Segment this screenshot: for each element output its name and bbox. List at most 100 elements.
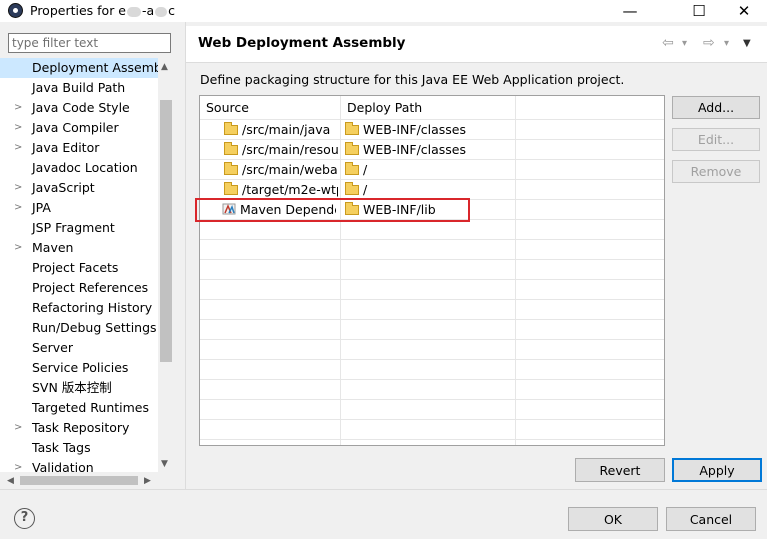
tree-item-label: Java Code Style bbox=[32, 100, 130, 115]
deploy-path-text: WEB-INF/classes bbox=[363, 142, 467, 157]
highlight-box bbox=[195, 198, 470, 222]
sort-ascending-icon: ^ bbox=[266, 95, 275, 102]
folder-icon bbox=[345, 142, 359, 155]
chevron-right-icon[interactable]: > bbox=[14, 418, 24, 438]
eclipse-app-icon bbox=[8, 3, 23, 18]
filter-input[interactable] bbox=[8, 33, 171, 53]
ok-button[interactable]: OK bbox=[568, 507, 658, 531]
tree-item[interactable]: Java Build Path bbox=[0, 78, 158, 98]
tree-item[interactable]: Javadoc Location bbox=[0, 158, 158, 178]
tree-item[interactable]: Refactoring History bbox=[0, 298, 158, 318]
scroll-up-icon[interactable]: ▲ bbox=[161, 61, 168, 73]
tree-item[interactable]: JSP Fragment bbox=[0, 218, 158, 238]
window-title: Properties for e -a c bbox=[30, 3, 176, 18]
forward-arrow-icon[interactable]: ⇨ bbox=[703, 35, 715, 51]
tree-item[interactable]: > JavaScript bbox=[0, 178, 158, 198]
deploy-path-cell: / bbox=[345, 160, 513, 180]
page-description: Define packaging structure for this Java… bbox=[200, 72, 625, 87]
tree-item-label: Deployment Assembly bbox=[32, 60, 158, 75]
folder-icon bbox=[345, 182, 359, 195]
close-icon: ✕ bbox=[737, 2, 751, 20]
forward-menu-icon[interactable]: ▾ bbox=[724, 38, 729, 49]
minimize-button[interactable]: — bbox=[607, 0, 653, 22]
tree-item[interactable]: Targeted Runtimes bbox=[0, 398, 158, 418]
folder-icon bbox=[224, 142, 238, 155]
chevron-right-icon[interactable]: > bbox=[14, 178, 24, 198]
source-text: /src/main/java bbox=[242, 122, 331, 137]
tree-item-label: Task Repository bbox=[32, 420, 130, 435]
table-row[interactable]: /target/m2e-wtp/web-resources / bbox=[200, 180, 664, 200]
tree-item[interactable]: Project References bbox=[0, 278, 158, 298]
tree-item-label: Service Policies bbox=[32, 360, 129, 375]
tree-item[interactable]: > Java Code Style bbox=[0, 98, 158, 118]
tree-item[interactable]: > Task Repository bbox=[0, 418, 158, 438]
source-cell: /src/main/java bbox=[224, 120, 338, 140]
source-text: /src/main/webapp bbox=[242, 162, 338, 177]
source-cell: /target/m2e-wtp/web-resources bbox=[224, 180, 338, 200]
tree-item-label: Targeted Runtimes bbox=[32, 400, 149, 415]
source-text: /src/main/resources bbox=[242, 142, 338, 157]
remove-button[interactable]: Remove bbox=[672, 160, 760, 183]
tree-horizontal-scroll-thumb[interactable] bbox=[20, 476, 138, 485]
deploy-path-text: WEB-INF/classes bbox=[363, 122, 467, 137]
tree-item[interactable]: Deployment Assembly bbox=[0, 58, 158, 78]
table-row[interactable]: /src/main/resources WEB-INF/classes bbox=[200, 140, 664, 160]
apply-button[interactable]: Apply bbox=[672, 458, 762, 482]
tree-item[interactable]: Run/Debug Settings bbox=[0, 318, 158, 338]
assembly-table[interactable]: Source ^ Deploy Path /src/main/java WEB-I… bbox=[199, 95, 665, 446]
folder-icon bbox=[345, 122, 359, 135]
folder-icon bbox=[224, 182, 238, 195]
chevron-right-icon[interactable]: > bbox=[14, 98, 24, 118]
scroll-down-icon[interactable]: ▼ bbox=[161, 458, 168, 470]
tree-item[interactable]: > JPA bbox=[0, 198, 158, 218]
table-row[interactable]: /src/main/webapp / bbox=[200, 160, 664, 180]
property-page-tree[interactable]: Deployment Assembly Java Build Path > Java … bbox=[0, 58, 174, 489]
tree-item-label: JPA bbox=[32, 200, 51, 215]
scroll-left-icon[interactable]: ◀ bbox=[7, 475, 14, 487]
tree-item[interactable]: > Java Editor bbox=[0, 138, 158, 158]
tree-item-label: SVN 版本控制 bbox=[32, 380, 112, 395]
table-row[interactable]: /src/main/java WEB-INF/classes bbox=[200, 120, 664, 140]
tree-item-label: Task Tags bbox=[32, 440, 91, 455]
tree-item-label: Project References bbox=[32, 280, 149, 295]
page-title: Web Deployment Assembly bbox=[198, 35, 406, 51]
tree-item-label: Java Compiler bbox=[32, 120, 119, 135]
help-icon[interactable]: ? bbox=[14, 508, 35, 529]
tree-item[interactable]: Task Tags bbox=[0, 438, 158, 458]
folder-icon bbox=[224, 162, 238, 175]
maximize-button[interactable]: ☐ bbox=[676, 0, 722, 22]
tree-item[interactable]: Service Policies bbox=[0, 358, 158, 378]
tree-item[interactable]: Project Facets bbox=[0, 258, 158, 278]
revert-button[interactable]: Revert bbox=[575, 458, 665, 482]
back-arrow-icon[interactable]: ⇦ bbox=[662, 35, 674, 51]
tree-item[interactable]: > Maven bbox=[0, 238, 158, 258]
minimize-icon: — bbox=[622, 2, 638, 20]
tree-item-label: Java Editor bbox=[32, 140, 100, 155]
scroll-right-icon[interactable]: ▶ bbox=[144, 475, 151, 487]
edit-button[interactable]: Edit... bbox=[672, 128, 760, 151]
tree-item[interactable]: > Java Compiler bbox=[0, 118, 158, 138]
deploy-path-cell: WEB-INF/classes bbox=[345, 120, 513, 140]
source-text: /target/m2e-wtp/web-resources bbox=[242, 182, 338, 197]
chevron-right-icon[interactable]: > bbox=[14, 138, 24, 158]
chevron-right-icon[interactable]: > bbox=[14, 238, 24, 258]
view-menu-icon[interactable]: ▼ bbox=[743, 38, 751, 49]
cancel-button[interactable]: Cancel bbox=[666, 507, 756, 531]
maximize-icon: ☐ bbox=[692, 2, 706, 20]
add-button[interactable]: Add... bbox=[672, 96, 760, 119]
pane-divider[interactable] bbox=[185, 22, 186, 489]
back-menu-icon[interactable]: ▾ bbox=[682, 38, 687, 49]
close-button[interactable]: ✕ bbox=[721, 0, 767, 22]
column-header-deploy-path[interactable]: Deploy Path bbox=[341, 96, 516, 120]
tree-item-label: JSP Fragment bbox=[32, 220, 115, 235]
deploy-path-cell: WEB-INF/classes bbox=[345, 140, 513, 160]
tree-item[interactable]: Server bbox=[0, 338, 158, 358]
chevron-right-icon[interactable]: > bbox=[14, 118, 24, 138]
tree-item-label: JavaScript bbox=[32, 180, 95, 195]
tree-item-label: Java Build Path bbox=[32, 80, 126, 95]
tree-vertical-scroll-thumb[interactable] bbox=[160, 100, 172, 362]
tree-item[interactable]: SVN 版本控制 bbox=[0, 378, 158, 398]
tree-item-label: Run/Debug Settings bbox=[32, 320, 157, 335]
chevron-right-icon[interactable]: > bbox=[14, 198, 24, 218]
tree-item-label: Refactoring History bbox=[32, 300, 153, 315]
